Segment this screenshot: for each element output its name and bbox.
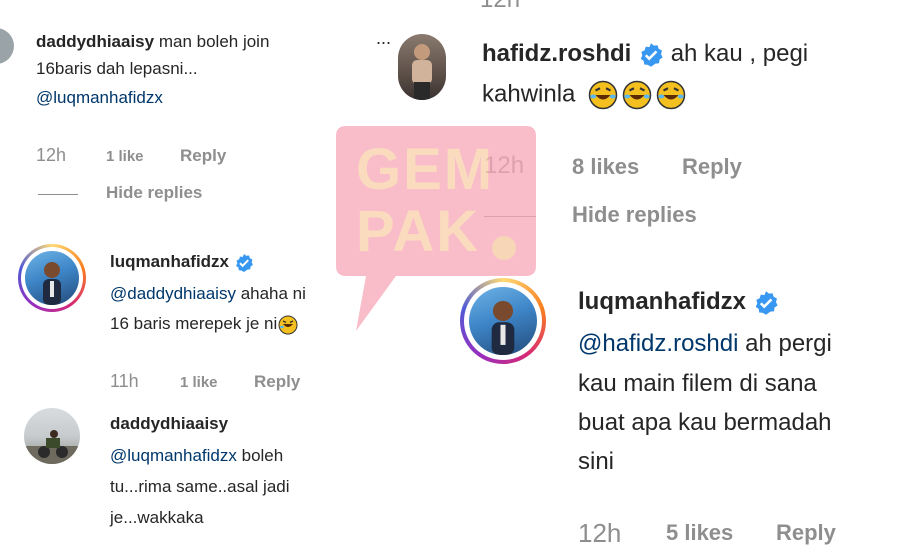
- mention-link[interactable]: @luqmanhafidzx: [36, 88, 163, 108]
- watermark-line1: GEM: [356, 137, 495, 202]
- comment-text: man boleh join: [158, 32, 270, 51]
- reply-button[interactable]: Reply: [254, 372, 300, 392]
- rofl-emoji-icon: [278, 315, 298, 335]
- reply-username[interactable]: luqmanhafidzx: [578, 288, 746, 315]
- like-count[interactable]: 5 likes: [666, 520, 733, 546]
- comment-text-line2: 16baris dah lepasni...: [36, 59, 198, 78]
- reply-button[interactable]: Reply: [776, 520, 836, 546]
- reply-time: 12h: [578, 518, 622, 548]
- hide-replies-button[interactable]: Hide replies: [572, 202, 697, 228]
- reply-text-line3: buat apa kau bermadah: [578, 409, 832, 436]
- avatar-photo: [25, 251, 79, 305]
- gempak-watermark-logo: GEM PAK: [336, 126, 536, 336]
- mention-link[interactable]: @luqmanhafidzx: [110, 446, 237, 465]
- reply-button[interactable]: Reply: [682, 154, 742, 180]
- reply-text-line4: sini: [578, 448, 615, 475]
- comment-username[interactable]: daddydhiaaisy: [36, 32, 154, 51]
- comment-text-line2: kahwinla: [482, 80, 576, 108]
- previous-time: 12h: [480, 0, 520, 14]
- comment-text: ah kau , pegi: [670, 40, 809, 67]
- tears-of-joy-emoji-icon: [588, 80, 618, 110]
- reply-text-line2: tu...rima same..asal jadi: [110, 477, 290, 496]
- like-count[interactable]: 8 likes: [572, 154, 639, 180]
- comment-username[interactable]: hafidz.roshdi: [482, 40, 631, 67]
- mention-link[interactable]: @hafidz.roshdi: [578, 330, 738, 357]
- reply-text-line3: je...wakkaka: [110, 508, 204, 527]
- reply-text: boleh: [241, 446, 284, 465]
- watermark-line2: PAK: [356, 199, 481, 264]
- verified-icon: [755, 290, 778, 315]
- avatar[interactable]: [398, 34, 446, 100]
- verified-icon: [640, 42, 663, 67]
- more-options-icon[interactable]: ...: [376, 28, 391, 49]
- reply-button[interactable]: Reply: [180, 146, 226, 166]
- reply-username[interactable]: daddydhiaaisy: [110, 414, 228, 434]
- reply-text-line2: kau main filem di sana: [578, 370, 817, 397]
- avatar[interactable]: [24, 408, 80, 464]
- like-count[interactable]: 1 like: [106, 148, 144, 165]
- reply-time: 11h: [110, 371, 139, 391]
- reply-username[interactable]: luqmanhafidzx: [110, 252, 229, 271]
- hide-replies-button[interactable]: Hide replies: [106, 183, 202, 203]
- reply-text: ah pergi: [745, 330, 832, 357]
- verified-icon: [235, 253, 253, 272]
- avatar[interactable]: [0, 28, 14, 64]
- tears-of-joy-emoji-icon: [622, 80, 652, 110]
- reply-text: ahaha ni: [240, 284, 306, 303]
- mention-link[interactable]: @daddydhiaaisy: [110, 284, 236, 303]
- divider: [38, 194, 78, 195]
- comment-time: 12h: [36, 145, 67, 165]
- tears-of-joy-emoji-icon: [656, 80, 686, 110]
- like-count[interactable]: 1 like: [180, 374, 218, 391]
- reply-text-line2: 16 baris merepek je ni: [110, 314, 278, 333]
